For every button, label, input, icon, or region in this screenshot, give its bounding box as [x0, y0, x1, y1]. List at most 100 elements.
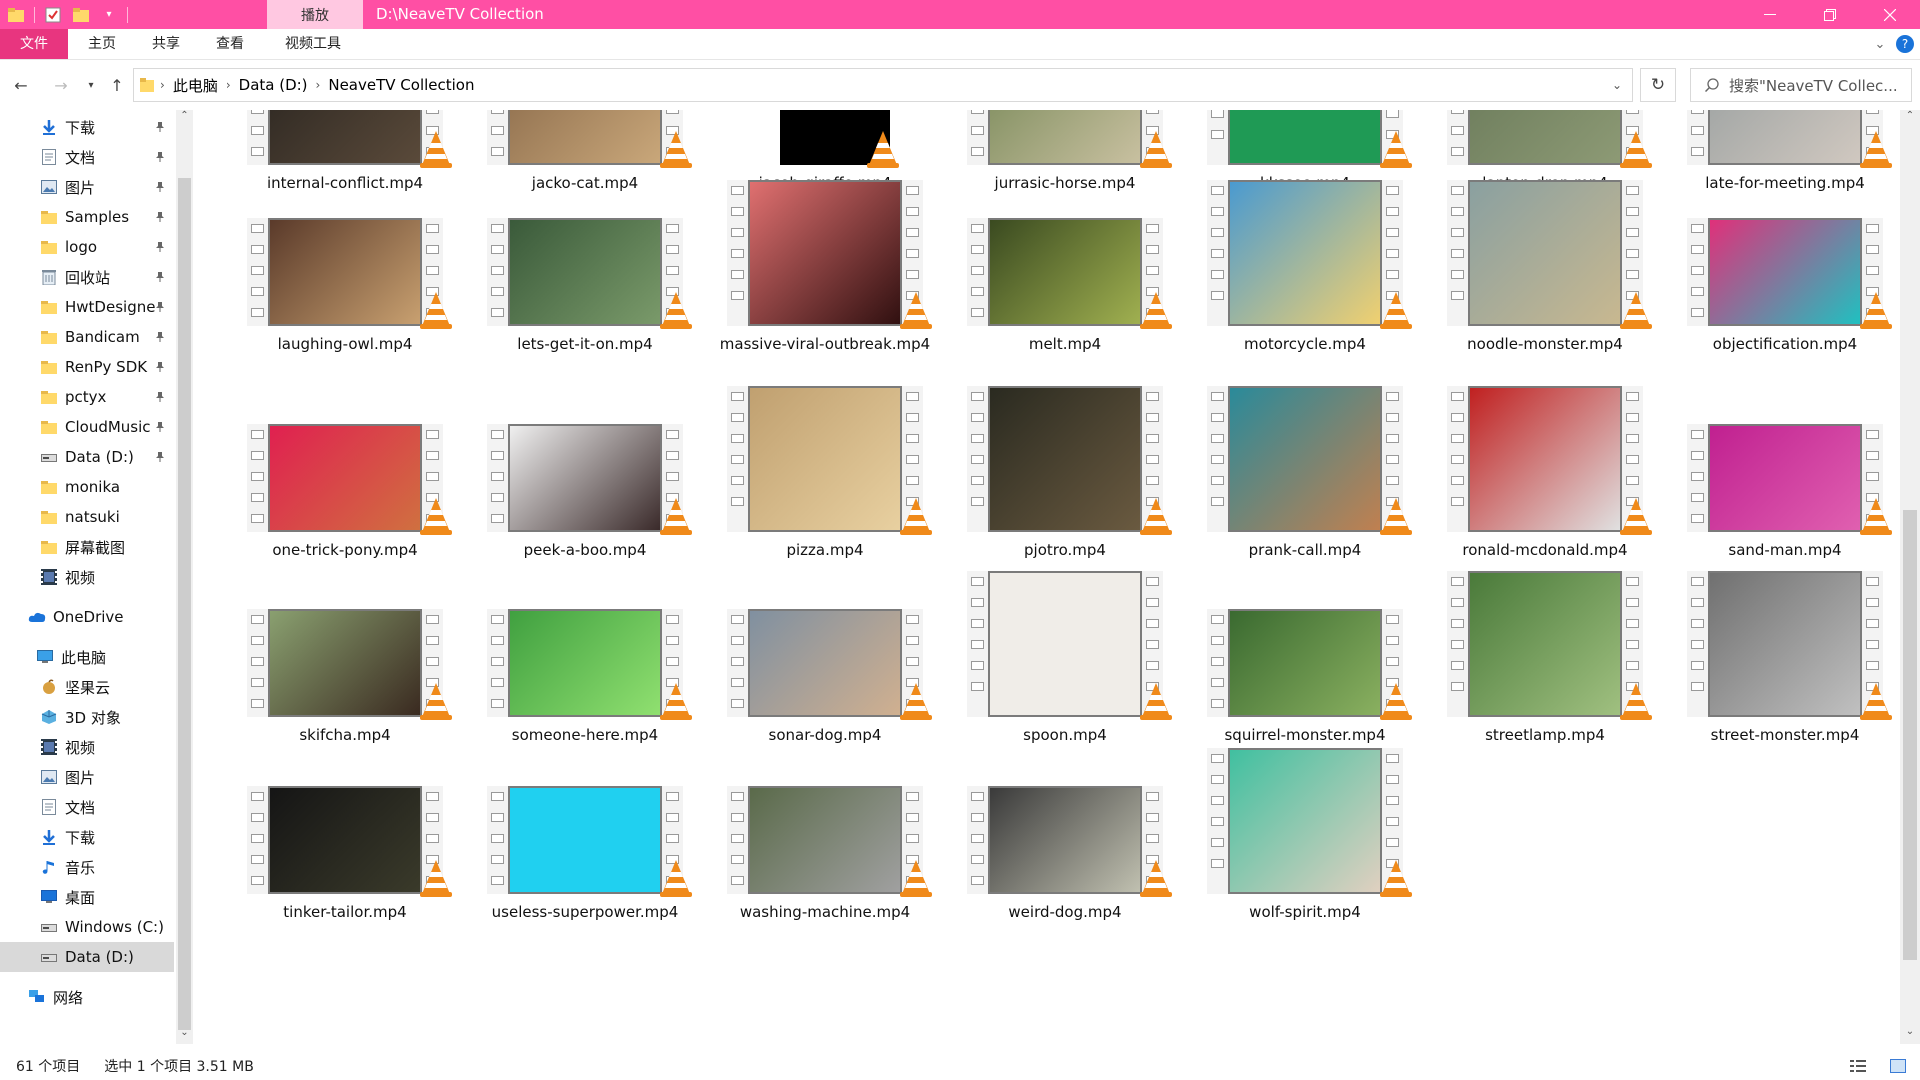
film-hole: [1626, 577, 1639, 586]
recent-locations-icon[interactable]: ▾: [80, 73, 102, 97]
film-hole: [906, 392, 919, 401]
film-hole: [1386, 796, 1399, 805]
file-name: washing-machine.mp4: [739, 903, 911, 921]
scrollbar-thumb[interactable]: [1903, 510, 1917, 960]
film-hole: [1386, 249, 1399, 258]
sidebar-item[interactable]: Data (D:): [0, 942, 174, 972]
sidebar-item[interactable]: pctyx: [0, 382, 174, 412]
context-tab-play[interactable]: 播放: [267, 0, 363, 29]
sidebar-item[interactable]: 此电脑: [0, 642, 174, 672]
film-strip: [727, 180, 748, 326]
breadcrumb-this-pc[interactable]: 此电脑: [173, 75, 218, 96]
video-thumbnail: [487, 609, 683, 717]
film-hole: [731, 434, 744, 443]
sidebar-item[interactable]: 图片: [0, 172, 174, 202]
sidebar-item[interactable]: 下载: [0, 112, 174, 142]
film-hole: [1211, 207, 1224, 216]
film-hole: [1211, 434, 1224, 443]
sidebar-item[interactable]: logo: [0, 232, 174, 262]
back-button[interactable]: ←: [10, 73, 32, 97]
sidebar-item[interactable]: Bandicam: [0, 322, 174, 352]
sidebar-item[interactable]: Data (D:): [0, 442, 174, 472]
sidebar-item[interactable]: 图片: [0, 762, 174, 792]
sidebar-item[interactable]: 3D 对象: [0, 702, 174, 732]
film-hole: [251, 813, 264, 822]
film-hole: [251, 451, 264, 460]
sidebar-item[interactable]: 回收站: [0, 262, 174, 292]
content-scrollbar[interactable]: ⌃ ⌄: [1900, 110, 1920, 1044]
sidebar-item[interactable]: 音乐: [0, 852, 174, 882]
sidebar-item[interactable]: OneDrive: [0, 602, 174, 632]
file-name: sonar-dog.mp4: [768, 726, 882, 744]
address-dropdown-icon[interactable]: ⌄: [1612, 78, 1622, 92]
refresh-button[interactable]: ↻: [1640, 68, 1676, 102]
film-hole: [1626, 270, 1639, 279]
vlc-icon: [417, 496, 455, 536]
file-name: weird-dog.mp4: [1008, 903, 1122, 921]
breadcrumb-data-drive[interactable]: Data (D:): [239, 76, 308, 94]
scroll-up-arrow-icon[interactable]: ⌃: [176, 110, 193, 127]
close-button[interactable]: [1860, 0, 1920, 29]
details-view-icon[interactable]: [1850, 1059, 1866, 1073]
film-hole: [251, 678, 264, 687]
expand-ribbon-icon[interactable]: ⌄: [1868, 37, 1892, 52]
minimize-button[interactable]: [1740, 0, 1800, 29]
sidebar-item[interactable]: HwtDesigne: [0, 292, 174, 322]
sidebar-item[interactable]: monika: [0, 472, 174, 502]
scroll-down-arrow-icon[interactable]: ⌄: [1900, 1026, 1920, 1044]
sidebar-item[interactable]: RenPy SDK: [0, 352, 174, 382]
drive-icon: [40, 918, 58, 936]
large-icons-view-icon[interactable]: [1890, 1059, 1906, 1073]
help-icon[interactable]: ?: [1896, 35, 1914, 53]
sidebar-item[interactable]: 网络: [0, 982, 174, 1012]
forward-button[interactable]: →: [50, 73, 72, 97]
sidebar-item[interactable]: CloudMusic: [0, 412, 174, 442]
film-strip: [1207, 110, 1228, 165]
up-button[interactable]: ↑: [106, 73, 128, 97]
scroll-down-arrow-icon[interactable]: ⌄: [176, 1027, 193, 1044]
film-hole: [1386, 413, 1399, 422]
customize-dropdown-icon[interactable]: ▾: [99, 5, 119, 25]
tab-view[interactable]: 查看: [200, 29, 260, 59]
sidebar-item[interactable]: 文档: [0, 792, 174, 822]
tab-file[interactable]: 文件: [0, 29, 68, 59]
sidebar-item[interactable]: 坚果云: [0, 672, 174, 702]
breadcrumb-current-folder[interactable]: NeaveTV Collection: [328, 76, 474, 94]
film-hole: [1386, 636, 1399, 645]
sidebar-item[interactable]: natsuki: [0, 502, 174, 532]
thumbnail-frame: [750, 182, 900, 324]
film-hole: [1386, 186, 1399, 195]
sidebar-item[interactable]: Windows (C:): [0, 912, 174, 942]
tab-video-tools[interactable]: 视频工具: [270, 29, 356, 59]
navigation-scrollbar[interactable]: ⌃ ⌄: [176, 110, 193, 1044]
film-hole: [666, 266, 679, 275]
status-bar: 61 个项目 选中 1 个项目 3.51 MB: [0, 1052, 1920, 1080]
sidebar-item[interactable]: 屏幕截图: [0, 532, 174, 562]
film-hole: [731, 792, 744, 801]
properties-icon[interactable]: [43, 5, 63, 25]
address-bar[interactable]: › 此电脑 › Data (D:) › NeaveTV Collection ⌄: [133, 68, 1633, 102]
folder-icon[interactable]: [6, 5, 26, 25]
sidebar-item[interactable]: 视频: [0, 732, 174, 762]
restore-button[interactable]: [1800, 0, 1860, 29]
search-input[interactable]: 搜索"NeaveTV Collec...: [1690, 68, 1912, 102]
film-hole: [906, 270, 919, 279]
film-hole: [1451, 661, 1464, 670]
sidebar-item-label: logo: [65, 238, 98, 256]
thumbnail-frame: [270, 426, 420, 530]
folder-icon: [40, 418, 58, 436]
sidebar-item[interactable]: Samples: [0, 202, 174, 232]
vlc-icon: [417, 129, 455, 169]
scroll-up-arrow-icon[interactable]: ⌃: [1900, 110, 1920, 128]
file-name: jacko-cat.mp4: [531, 174, 639, 192]
vlc-icon: [1857, 681, 1895, 721]
sidebar-item[interactable]: 文档: [0, 142, 174, 172]
film-hole: [1451, 126, 1464, 135]
sidebar-item[interactable]: 下载: [0, 822, 174, 852]
tab-share[interactable]: 共享: [136, 29, 196, 59]
tab-home[interactable]: 主页: [72, 29, 132, 59]
sidebar-item[interactable]: 桌面: [0, 882, 174, 912]
new-folder-icon[interactable]: [71, 5, 91, 25]
sidebar-item[interactable]: 视频: [0, 562, 174, 592]
scrollbar-thumb[interactable]: [178, 178, 191, 1030]
